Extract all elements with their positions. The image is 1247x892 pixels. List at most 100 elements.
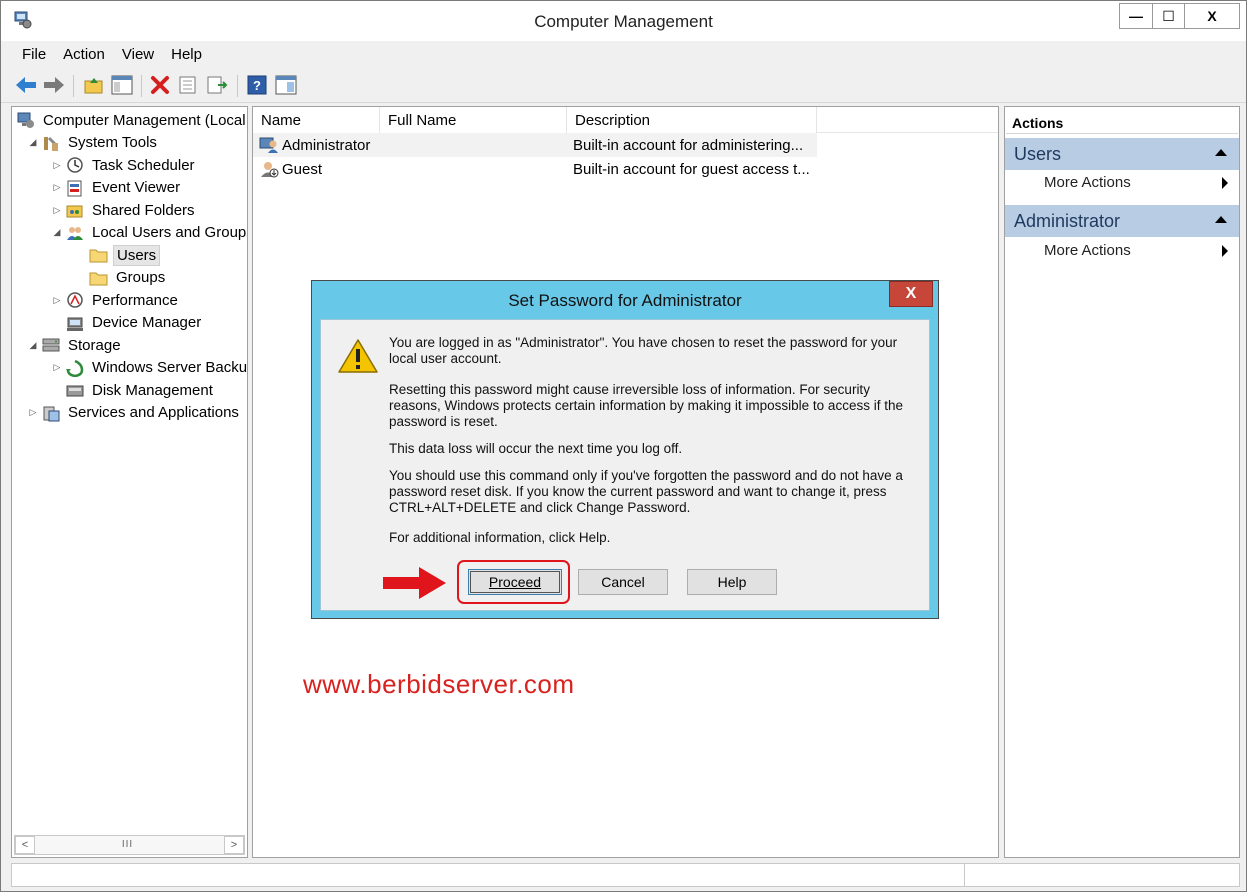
tree-item-local-users-and-groups[interactable]: ◢ Local Users and Groups — [51, 222, 247, 244]
cancel-button[interactable]: Cancel — [578, 569, 668, 595]
user-description: Built-in account for guest access t... — [573, 160, 810, 178]
tree-item-computer-management-local[interactable]: Computer Management (Local — [16, 109, 247, 131]
scroll-left-button[interactable]: < — [15, 836, 35, 854]
tree-horizontal-scrollbar[interactable]: < III > — [14, 835, 245, 855]
dialog-paragraph: For additional information, click Help. — [389, 530, 611, 545]
actions-pane: Actions Users More Actions Administrator… — [1004, 106, 1240, 858]
collapsed-arrow-icon[interactable]: ▷ — [51, 205, 63, 216]
collapse-up-icon — [1215, 149, 1227, 156]
tree-item-services-and-applications[interactable]: ▷ Services and Applications — [27, 402, 242, 424]
delete-button[interactable] — [149, 74, 171, 96]
chevron-right-icon: > — [230, 839, 238, 851]
window-title: Computer Management — [534, 12, 713, 31]
help-toolbar-button[interactable]: ? — [246, 74, 268, 96]
forward-arrow-icon — [44, 77, 64, 93]
tree-item-performance[interactable]: ▷ Performance — [51, 289, 181, 311]
console-tree-pane: Computer Management (Local ◢ System Tools ▷… — [11, 106, 248, 858]
collapsed-arrow-icon[interactable]: ▷ — [51, 295, 63, 306]
scrollbar-thumb[interactable]: III — [95, 838, 160, 851]
dialog-paragraph: This data loss will occur the next time … — [389, 441, 683, 456]
actions-section-users[interactable]: Users — [1005, 138, 1239, 170]
close-button[interactable]: X — [1184, 3, 1240, 29]
red-arrow-annotation-icon — [383, 567, 446, 599]
system-tools-icon — [41, 134, 61, 152]
tree-item-users[interactable]: Users — [75, 244, 161, 266]
title-bar[interactable]: Computer Management — ☐ X — [1, 1, 1246, 41]
tree-item-label: Windows Server Backup — [92, 359, 248, 376]
maximize-button[interactable]: ☐ — [1152, 3, 1184, 29]
scroll-right-button[interactable]: > — [224, 836, 244, 854]
menu-action[interactable]: Action — [54, 41, 113, 67]
show-hide-action-pane-button[interactable] — [275, 74, 297, 96]
tree-item-storage[interactable]: ◢ Storage — [27, 334, 124, 356]
local-users-groups-icon — [65, 224, 85, 242]
shared-folders-icon — [65, 201, 85, 219]
dialog-paragraph: You should use this command only if you'… — [389, 468, 903, 515]
tree-item-label: Task Scheduler — [92, 156, 195, 174]
menu-help[interactable]: Help — [162, 41, 210, 67]
users-more-actions[interactable]: More Actions — [1044, 171, 1234, 193]
properties-icon — [179, 76, 196, 94]
user-name: Administrator — [282, 136, 371, 154]
chevron-left-icon: < — [21, 839, 29, 851]
user-full-name — [380, 157, 567, 181]
tree-item-windows-server-backup[interactable]: ▷ Windows Server Backup — [51, 357, 248, 379]
maximize-icon: ☐ — [1162, 7, 1175, 24]
help-button[interactable]: Help — [687, 569, 777, 595]
collapsed-arrow-icon[interactable]: ▷ — [51, 362, 63, 373]
dialog-close-button[interactable]: X — [889, 281, 933, 307]
forward-button[interactable] — [43, 74, 65, 96]
actions-title: Actions — [1006, 110, 1238, 134]
tree-item-label: Computer Management (Local — [43, 111, 246, 129]
collapsed-arrow-icon[interactable]: ▷ — [51, 160, 63, 171]
svg-text:?: ? — [253, 78, 261, 93]
tree-item-task-scheduler[interactable]: ▷ Task Scheduler — [51, 154, 198, 176]
properties-button[interactable] — [177, 74, 199, 96]
computer-management-window: Computer Management — ☐ X File Action Vi… — [0, 0, 1247, 892]
services-icon — [41, 404, 61, 422]
collapsed-arrow-icon[interactable]: ▷ — [51, 182, 63, 193]
close-icon: X — [905, 285, 917, 302]
dialog-title: Set Password for Administrator — [508, 291, 742, 310]
minimize-icon: — — [1129, 8, 1143, 24]
status-bar-segment — [964, 864, 1239, 886]
tree-item-shared-folders[interactable]: ▷ Shared Folders — [51, 199, 198, 221]
help-icon: ? — [247, 75, 267, 95]
storage-icon — [41, 336, 61, 354]
list-item-guest[interactable]: Guest Built-in account for guest access … — [253, 157, 817, 181]
tree-item-device-manager[interactable]: Device Manager — [51, 312, 204, 334]
export-list-button[interactable] — [206, 74, 228, 96]
proceed-button[interactable]: Proceed — [468, 569, 562, 595]
up-folder-button[interactable] — [83, 74, 105, 96]
show-hide-tree-button[interactable] — [111, 74, 133, 96]
menu-view[interactable]: View — [113, 41, 162, 67]
action-pane-icon — [275, 75, 297, 95]
expanded-arrow-icon[interactable]: ◢ — [27, 340, 39, 351]
administrator-more-actions[interactable]: More Actions — [1044, 239, 1234, 261]
column-header-full-name[interactable]: Full Name — [380, 107, 567, 133]
toolbar: ? — [1, 69, 1246, 103]
tree-item-system-tools[interactable]: ◢ System Tools — [27, 132, 160, 154]
dialog-paragraph: Resetting this password might cause irre… — [389, 382, 903, 429]
set-password-dialog: Set Password for Administrator X You are… — [311, 280, 939, 619]
collapsed-arrow-icon[interactable]: ▷ — [27, 407, 39, 418]
expanded-arrow-icon[interactable]: ◢ — [27, 137, 39, 148]
user-icon — [259, 137, 278, 153]
tree-item-event-viewer[interactable]: ▷ Event Viewer — [51, 177, 183, 199]
list-header: Name Full Name Description — [253, 107, 998, 133]
task-scheduler-icon — [65, 156, 85, 174]
tree-item-groups[interactable]: Groups — [75, 267, 168, 289]
column-header-name[interactable]: Name — [253, 107, 380, 133]
column-header-description[interactable]: Description — [567, 107, 817, 133]
actions-section-administrator[interactable]: Administrator — [1005, 205, 1239, 237]
minimize-button[interactable]: — — [1119, 3, 1152, 29]
list-item-administrator[interactable]: Administrator Built-in account for admin… — [253, 133, 817, 157]
tree-item-disk-management[interactable]: Disk Management — [51, 379, 216, 401]
expanded-arrow-icon[interactable]: ◢ — [51, 227, 63, 238]
back-arrow-icon — [16, 77, 36, 93]
menu-file[interactable]: File — [13, 41, 54, 67]
up-folder-icon — [84, 78, 103, 94]
tree-item-label: Storage — [68, 336, 121, 354]
back-button[interactable] — [15, 74, 37, 96]
server-backup-icon — [65, 359, 85, 377]
